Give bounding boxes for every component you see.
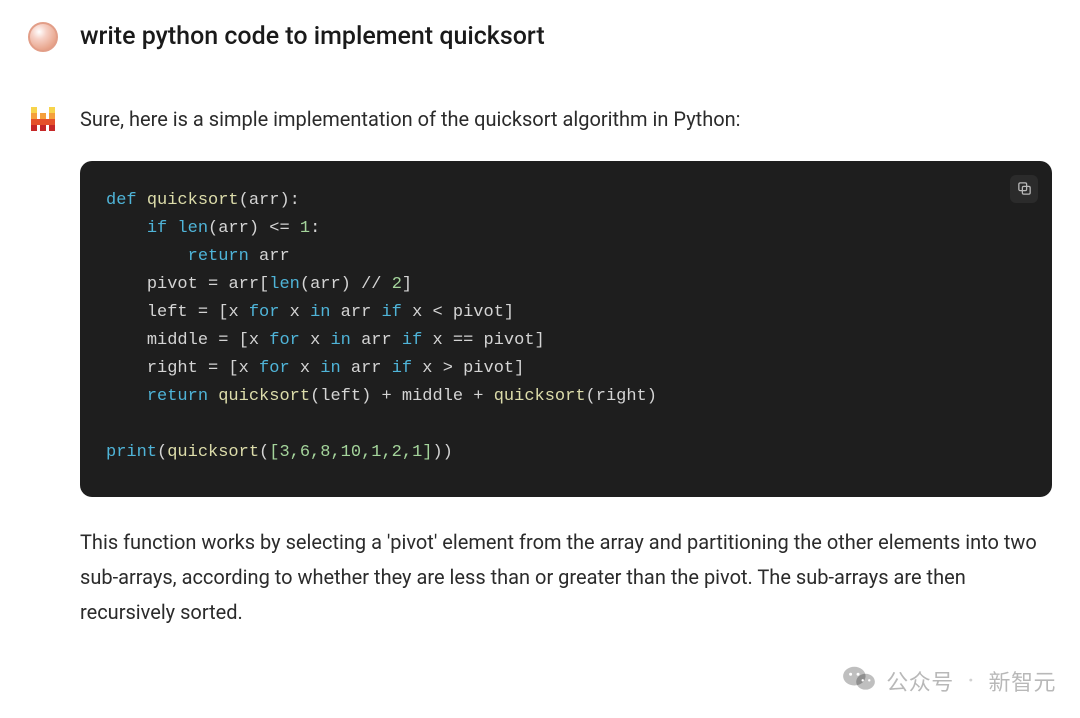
user-prompt: write python code to implement quicksort bbox=[80, 20, 545, 54]
user-avatar bbox=[28, 22, 58, 52]
assistant-explanation: This function works by selecting a 'pivo… bbox=[80, 525, 1052, 630]
watermark-label: 公众号 bbox=[886, 665, 954, 697]
mistral-icon bbox=[28, 104, 58, 134]
assistant-body: Sure, here is a simple implementation of… bbox=[80, 102, 1052, 630]
wechat-icon bbox=[842, 664, 876, 698]
watermark-sep: · bbox=[968, 669, 975, 694]
watermark: 公众号 · 新智元 bbox=[842, 664, 1056, 698]
user-message: write python code to implement quicksort bbox=[28, 20, 1052, 54]
copy-button[interactable] bbox=[1010, 175, 1038, 203]
copy-icon bbox=[1016, 180, 1033, 197]
code-content: def quicksort(arr): if len(arr) <= 1: re… bbox=[106, 187, 1026, 467]
assistant-avatar bbox=[28, 104, 58, 134]
chat-container: write python code to implement quicksort… bbox=[0, 0, 1080, 630]
code-block: def quicksort(arr): if len(arr) <= 1: re… bbox=[80, 161, 1052, 497]
assistant-message: Sure, here is a simple implementation of… bbox=[28, 102, 1052, 630]
watermark-source: 新智元 bbox=[988, 665, 1056, 697]
assistant-intro: Sure, here is a simple implementation of… bbox=[80, 102, 1052, 137]
